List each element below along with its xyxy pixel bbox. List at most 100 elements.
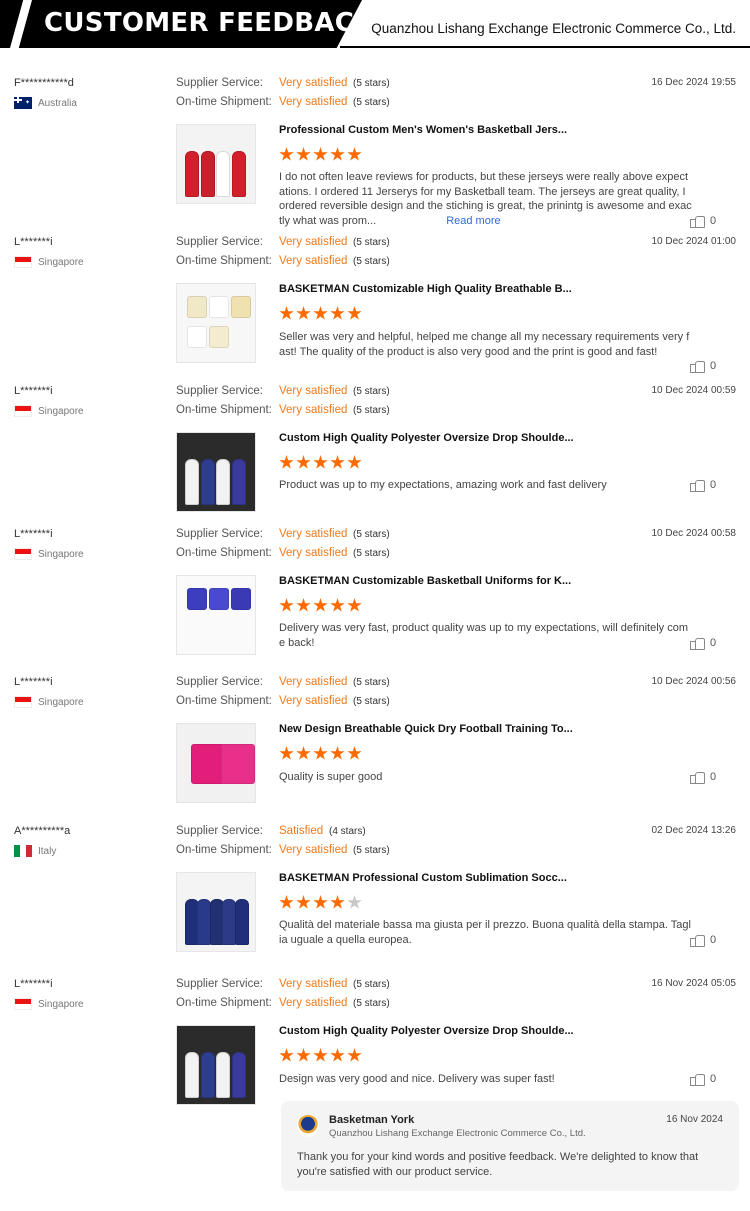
reviewer-name: A**********a (14, 825, 71, 837)
on-time-shipment-label: On-time Shipment: (176, 96, 272, 108)
reviewer-country: Singapore (14, 548, 84, 560)
like-button[interactable]: 0 (690, 1072, 716, 1086)
like-button[interactable]: 0 (690, 359, 716, 373)
like-count: 0 (710, 636, 717, 649)
flag-icon (14, 97, 32, 109)
reviewer-country: Singapore (14, 998, 84, 1010)
star-icon (296, 598, 311, 612)
supplier-service-stars: (4 stars) (329, 826, 366, 837)
on-time-shipment-rating: Very satisfied (279, 96, 348, 108)
on-time-shipment-stars: (5 stars) (353, 998, 390, 1009)
star-icon (313, 147, 328, 161)
star-icon (347, 895, 362, 909)
star-icon (279, 455, 294, 469)
jersey-shape (187, 588, 207, 610)
review-text-body: Quality is super good (279, 771, 383, 783)
review-text-body: Qualità del materiale bassa ma giusta pe… (279, 919, 691, 946)
supplier-service-stars: (5 stars) (353, 677, 390, 688)
product-title[interactable]: Custom High Quality Polyester Oversize D… (279, 432, 574, 444)
star-rating (279, 306, 362, 321)
product-title[interactable]: BASKETMAN Professional Custom Sublimatio… (279, 872, 567, 884)
on-time-shipment-rating: Very satisfied (279, 844, 348, 856)
star-icon (347, 147, 362, 161)
like-button[interactable]: 0 (690, 636, 716, 650)
product-thumbnail[interactable] (176, 283, 256, 363)
product-title[interactable]: BASKETMAN Customizable High Quality Brea… (279, 283, 572, 295)
thumbs-up-icon (690, 214, 705, 228)
review-text: Quality is super good (279, 770, 693, 785)
product-title[interactable]: Custom High Quality Polyester Oversize D… (279, 1025, 574, 1037)
star-rating (279, 598, 362, 613)
star-icon (330, 306, 345, 320)
product-thumbnail[interactable] (176, 723, 256, 803)
player-figure (231, 151, 246, 197)
review-item: L*******i Singapore Supplier Service: Very … (0, 236, 750, 386)
review-date: 10 Dec 2024 01:00 (651, 236, 736, 247)
review-item: L*******i Singapore Supplier Service: Very … (0, 528, 750, 678)
product-thumbnail[interactable] (176, 575, 256, 655)
product-thumbnail[interactable] (176, 432, 256, 512)
supplier-service-stars: (5 stars) (353, 979, 390, 990)
player-figure (185, 459, 199, 505)
thumbs-up-icon (690, 1072, 705, 1086)
star-icon (347, 455, 362, 469)
supplier-service-label: Supplier Service: (176, 77, 263, 89)
reviewer-country: Italy (14, 845, 56, 857)
reviewer-country: Singapore (14, 256, 84, 268)
like-button[interactable]: 0 (690, 478, 716, 492)
reviewer-name: F***********d (14, 77, 74, 89)
on-time-shipment-stars: (5 stars) (353, 405, 390, 416)
reviewer-country: Australia (14, 97, 77, 109)
product-title[interactable]: Professional Custom Men's Women's Basket… (279, 124, 567, 136)
on-time-shipment-label: On-time Shipment: (176, 695, 272, 707)
star-icon (279, 147, 294, 161)
player-figure (216, 1052, 230, 1098)
product-title[interactable]: New Design Breathable Quick Dry Football… (279, 723, 573, 735)
header-banner: CUSTOMER FEEDBACK Quanzhou Lishang Excha… (0, 0, 750, 48)
review-text: Qualità del materiale bassa ma giusta pe… (279, 918, 693, 947)
like-count: 0 (710, 771, 717, 783)
reviewer-name: L*******i (14, 385, 53, 397)
jersey-shape (209, 326, 229, 348)
flag-icon (14, 405, 32, 417)
review-date: 16 Nov 2024 05:05 (651, 978, 736, 989)
product-thumbnail[interactable] (176, 1025, 256, 1105)
read-more-link[interactable]: Read more (446, 215, 500, 227)
on-time-shipment-rating: Very satisfied (279, 547, 348, 559)
header-rule (340, 46, 750, 48)
star-icon (330, 598, 345, 612)
like-count: 0 (710, 479, 717, 491)
jersey-shape (209, 588, 229, 610)
product-thumbnail[interactable] (176, 124, 256, 204)
review-text: Delivery was very fast, product quality … (279, 621, 693, 650)
supplier-service-label: Supplier Service: (176, 385, 263, 397)
supplier-service-label: Supplier Service: (176, 528, 263, 540)
player-figure (185, 151, 199, 197)
seller-company: Quanzhou Lishang Exchange Electronic Com… (329, 1128, 586, 1139)
reviewer-country: Singapore (14, 696, 84, 708)
like-button[interactable]: 0 (690, 770, 716, 784)
on-time-shipment-stars: (5 stars) (353, 97, 390, 108)
star-icon (296, 1048, 311, 1062)
supplier-service-stars: (5 stars) (353, 529, 390, 540)
flag-icon (14, 845, 32, 857)
product-title[interactable]: BASKETMAN Customizable Basketball Unifor… (279, 575, 571, 587)
star-icon (296, 147, 311, 161)
player-figure (234, 899, 249, 945)
like-count: 0 (710, 933, 717, 946)
star-rating (279, 147, 362, 162)
like-button[interactable]: 0 (690, 214, 716, 228)
product-thumbnail[interactable] (176, 872, 256, 952)
star-rating (279, 455, 362, 470)
review-item: F***********d Australia Supplier Service: V… (0, 77, 750, 228)
like-button[interactable]: 0 (690, 933, 716, 947)
supplier-service-stars: (5 stars) (353, 78, 390, 89)
star-icon (313, 455, 328, 469)
supplier-service-label: Supplier Service: (176, 676, 263, 688)
player-figure (185, 1052, 199, 1098)
on-time-shipment-rating: Very satisfied (279, 695, 348, 707)
on-time-shipment-stars: (5 stars) (353, 548, 390, 559)
reviewer-name: L*******i (14, 978, 53, 990)
like-count: 0 (710, 360, 717, 372)
supplier-service-rating: Very satisfied (279, 528, 348, 540)
